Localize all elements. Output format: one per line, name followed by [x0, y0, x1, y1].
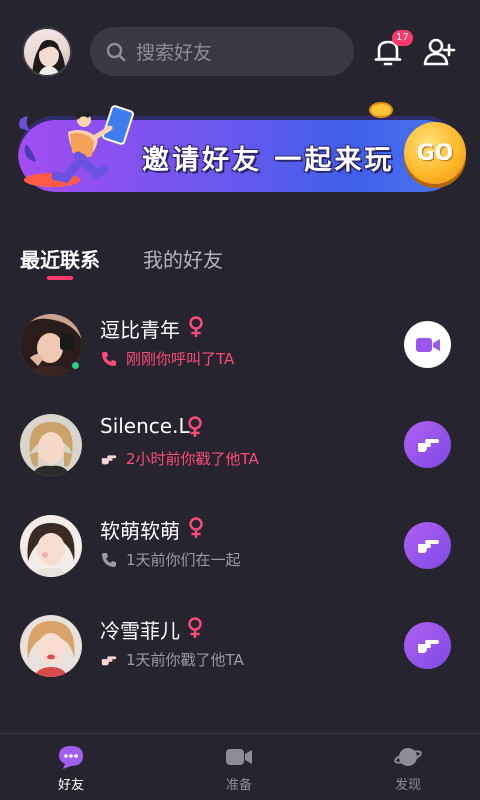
poke-icon	[417, 539, 439, 553]
running-person-illustration	[19, 105, 134, 187]
nav-label-friends: 好友	[57, 778, 84, 793]
poke-button[interactable]	[404, 622, 451, 669]
invite-friends-banner[interactable]: 邀请好友 一起来玩 GO	[12, 98, 468, 206]
active-tab-indicator	[47, 276, 73, 280]
nav-item-discover[interactable]: 发现	[368, 744, 448, 793]
tab-recent-contacts[interactable]: 最近联系	[20, 244, 100, 273]
contact-status-text: 1天前你戳了他TA	[126, 651, 244, 669]
contact-name: Silence.L	[100, 414, 190, 438]
contact-status: 2小时前你戳了他TA	[100, 448, 259, 469]
contact-row[interactable]: Silence.L 2小时前你戳了他TA	[0, 402, 480, 502]
nav-label-discover: 发现	[394, 778, 421, 793]
nav-label-prepare: 准备	[225, 778, 252, 793]
nav-item-prepare[interactable]: 准备	[199, 744, 279, 793]
coin-icon	[369, 102, 393, 118]
video-call-button[interactable]	[404, 321, 451, 368]
female-icon	[189, 517, 203, 538]
contact-row[interactable]: 逗比青年 刚刚你呼叫了TA	[0, 302, 480, 402]
notification-badge: 17	[392, 30, 413, 46]
bottom-navigation: 好友 准备 发现	[0, 733, 480, 800]
contact-status-text: 1天前你们在一起	[126, 551, 241, 569]
video-call-icon	[415, 337, 440, 352]
contact-status-text: 2小时前你戳了他TA	[126, 450, 259, 468]
banner-title: 邀请好友 一起来玩	[142, 145, 395, 176]
poke-button[interactable]	[404, 522, 451, 569]
chat-bubble-icon	[59, 746, 83, 769]
female-icon	[188, 617, 202, 638]
tab-my-friends[interactable]: 我的好友	[143, 244, 223, 273]
search-icon	[106, 42, 126, 61]
poke-button[interactable]	[404, 421, 451, 468]
go-button[interactable]: GO	[404, 122, 466, 184]
contact-avatar[interactable]	[20, 515, 82, 577]
contact-name: 软萌软萌	[100, 519, 180, 543]
female-icon	[188, 416, 202, 437]
planet-icon	[394, 748, 422, 766]
add-friend-icon[interactable]	[422, 36, 456, 68]
contact-status: 刚刚你呼叫了TA	[100, 348, 234, 369]
contact-status-text: 刚刚你呼叫了TA	[126, 350, 235, 368]
search-input[interactable]: 搜索好友	[90, 27, 354, 76]
poke-hand-icon	[101, 655, 117, 665]
contact-status: 1天前你戳了他TA	[100, 649, 244, 670]
poke-icon	[417, 438, 439, 452]
video-camera-icon	[226, 749, 252, 765]
phone-icon	[102, 552, 116, 567]
poke-icon	[417, 639, 439, 653]
contact-name: 冷雪菲儿	[100, 619, 180, 643]
female-icon	[189, 316, 203, 337]
contact-row[interactable]: 软萌软萌 1天前你们在一起	[0, 503, 480, 603]
contact-avatar[interactable]	[20, 414, 82, 476]
go-button-label: GO	[416, 140, 454, 166]
contact-avatar[interactable]	[20, 615, 82, 677]
search-placeholder: 搜索好友	[136, 42, 213, 64]
contact-row[interactable]: 冷雪菲儿 1天前你戳了他TA	[0, 603, 480, 703]
contact-status: 1天前你们在一起	[100, 549, 241, 570]
poke-hand-icon	[101, 454, 117, 464]
contact-name: 逗比青年	[100, 318, 180, 342]
phone-icon	[102, 351, 116, 366]
online-status-dot	[70, 360, 81, 371]
top-header: 搜索好友 17	[0, 0, 480, 104]
my-avatar[interactable]	[22, 27, 72, 77]
nav-item-friends[interactable]: 好友	[31, 744, 111, 793]
